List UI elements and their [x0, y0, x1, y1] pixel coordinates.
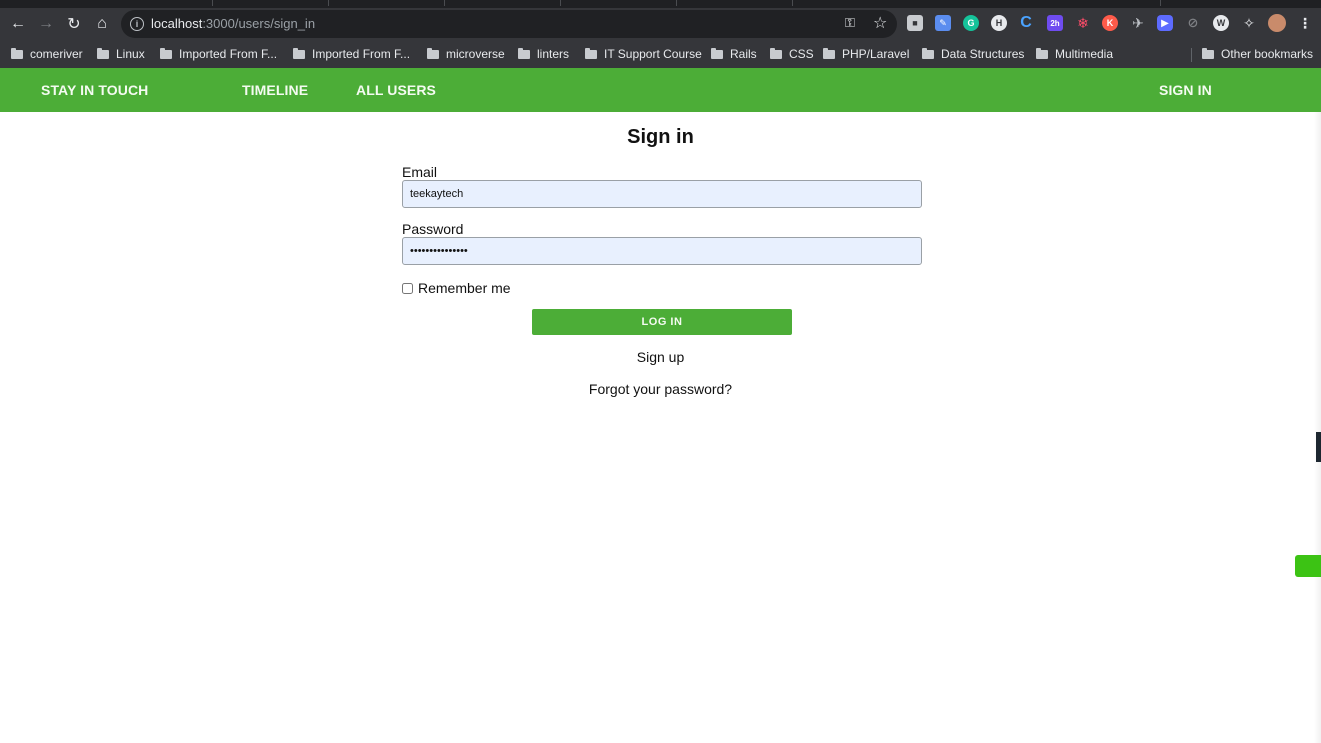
tab-separator	[676, 0, 677, 6]
log-in-button[interactable]: LOG IN	[532, 309, 792, 335]
password-label: Password	[402, 221, 464, 237]
folder-icon	[823, 47, 835, 59]
folder-icon	[518, 47, 530, 59]
forgot-password-link[interactable]: Forgot your password?	[0, 381, 1321, 397]
bookmark-item[interactable]: Data Structures	[922, 46, 1024, 62]
folder-icon	[585, 47, 597, 59]
folder-icon	[1202, 47, 1214, 59]
spiral-extension-icon[interactable]: ❄	[1075, 15, 1091, 31]
calendar-extension-icon[interactable]: 2h	[1047, 15, 1063, 31]
extension-badge: 2h	[1050, 18, 1060, 28]
folder-icon	[11, 47, 23, 59]
other-bookmarks[interactable]: Other bookmarks	[1202, 46, 1313, 62]
other-bookmarks-label: Other bookmarks	[1221, 47, 1314, 61]
bookmark-item[interactable]: PHP/Laravel	[823, 46, 909, 62]
bookmark-label: Linux	[116, 47, 145, 61]
url-path: :3000/users/sign_in	[202, 16, 316, 31]
bookmark-item[interactable]: Rails	[711, 46, 757, 62]
puzzle-extensions-icon[interactable]: ✧	[1241, 15, 1257, 31]
remember-me-label[interactable]: Remember me	[418, 280, 511, 296]
folder-icon	[160, 47, 172, 59]
tab-separator	[1160, 0, 1161, 6]
side-dark-tab[interactable]	[1316, 432, 1321, 462]
forward-icon[interactable]: →	[32, 10, 60, 38]
site-navbar: STAY IN TOUCH TIMELINE ALL USERS SIGN IN	[0, 68, 1321, 112]
password-field[interactable]	[402, 237, 922, 265]
tab-separator	[444, 0, 445, 6]
timeline-link[interactable]: TIMELINE	[242, 82, 308, 98]
bookmark-item[interactable]: Imported From F...	[160, 46, 277, 62]
sign-in-link[interactable]: SIGN IN	[1159, 82, 1212, 98]
remember-me-checkbox[interactable]	[402, 282, 413, 294]
notes-extension-icon[interactable]: ✎	[935, 15, 951, 31]
email-label: Email	[402, 164, 438, 180]
bookmark-label: comeriver	[30, 47, 83, 61]
scrollbar-track	[1314, 112, 1321, 743]
bookmark-item[interactable]: Linux	[97, 46, 145, 62]
bookmark-item[interactable]: Imported From F...	[293, 46, 410, 62]
circle-h-extension-icon[interactable]: H	[991, 15, 1007, 31]
folder-icon	[1036, 47, 1048, 59]
bookmark-label: Multimedia	[1055, 47, 1114, 61]
tab-separator	[560, 0, 561, 6]
url-text: localhost:3000/users/sign_in	[151, 16, 315, 31]
brand-link[interactable]: STAY IN TOUCH	[41, 82, 148, 98]
bookmark-label: PHP/Laravel	[842, 47, 910, 61]
reload-icon[interactable]: ↻	[60, 10, 88, 38]
bookmark-item[interactable]: microverse	[427, 46, 505, 62]
page-title: Sign in	[627, 126, 694, 148]
key-icon[interactable]: ⚿	[845, 15, 855, 31]
bookmark-label: Rails	[730, 47, 757, 61]
bookmark-label: Data Structures	[941, 47, 1025, 61]
bookmark-label: Imported From F...	[312, 47, 411, 61]
email-field[interactable]	[402, 180, 922, 208]
all-users-link[interactable]: ALL USERS	[356, 82, 436, 98]
bookmarks-separator	[1191, 48, 1192, 62]
bookmark-item[interactable]: Multimedia	[1036, 46, 1113, 62]
side-green-tab[interactable]	[1295, 555, 1321, 577]
bookmark-label: CSS	[789, 47, 814, 61]
plane-extension-icon[interactable]: ✈	[1130, 15, 1146, 31]
disabled-extension-icon[interactable]: ⊘	[1185, 15, 1201, 31]
folder-icon	[293, 47, 305, 59]
folder-icon	[97, 47, 109, 59]
url-host: localhost	[151, 16, 203, 31]
c-extension-icon[interactable]: C	[1018, 14, 1034, 31]
bookmark-item[interactable]: linters	[518, 46, 569, 62]
site-info-icon[interactable]: i	[130, 17, 144, 31]
profile-avatar[interactable]	[1268, 14, 1286, 32]
bookmark-label: microverse	[446, 47, 505, 61]
back-icon[interactable]: ←	[4, 10, 32, 38]
remember-me-row: Remember me	[402, 280, 511, 296]
tab-separator	[212, 0, 213, 6]
tab-separator	[792, 0, 793, 6]
bookmark-label: Imported From F...	[179, 47, 278, 61]
browser-toolbar: ← → ↻ ⌂ i localhost:3000/users/sign_in ⚿…	[0, 8, 1321, 40]
bookmark-item[interactable]: CSS	[770, 46, 814, 62]
folder-icon	[427, 47, 439, 59]
folder-icon	[770, 47, 782, 59]
address-bar[interactable]: i localhost:3000/users/sign_in ⚿ ☆	[121, 10, 897, 38]
k-extension-icon[interactable]: K	[1102, 15, 1118, 31]
cube-extension-icon[interactable]: ■	[907, 15, 923, 31]
tab-separator	[328, 0, 329, 6]
bookmark-item[interactable]: comeriver	[11, 46, 83, 62]
folder-icon	[922, 47, 934, 59]
bookmark-item[interactable]: IT Support Course	[585, 46, 702, 62]
sign-up-link[interactable]: Sign up	[0, 349, 1321, 365]
grammarly-icon[interactable]: G	[963, 15, 979, 31]
browser-tab-strip	[0, 0, 1321, 8]
bookmark-star-icon[interactable]: ☆	[873, 13, 887, 33]
menu-dots-icon[interactable]: ⋮	[1297, 15, 1313, 31]
zoom-extension-icon[interactable]: ▶	[1157, 15, 1173, 31]
bookmarks-bar: comeriver Linux Imported From F... Impor…	[0, 40, 1321, 69]
w-extension-icon[interactable]: W	[1213, 15, 1229, 31]
bookmark-label: linters	[537, 47, 570, 61]
folder-icon	[711, 47, 723, 59]
bookmark-label: IT Support Course	[604, 47, 702, 61]
home-icon[interactable]: ⌂	[88, 10, 116, 38]
